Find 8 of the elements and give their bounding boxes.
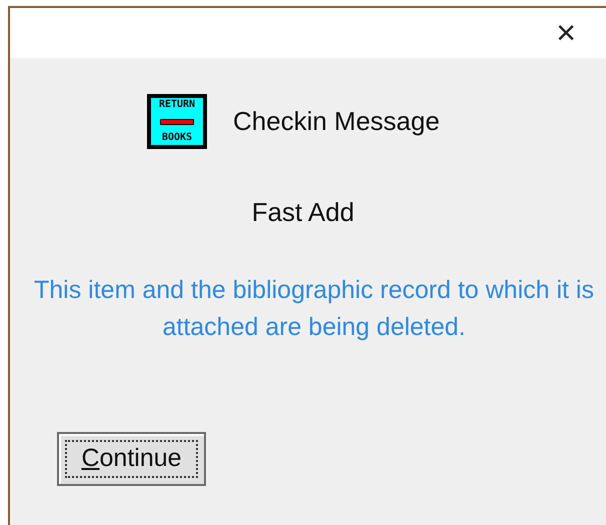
icon-label: BOOKS xyxy=(162,133,192,143)
message-text: This item and the bibliographic record to which it is attached are being deleted. xyxy=(33,275,595,343)
message-title: Checkin Message xyxy=(233,105,440,138)
message-subtitle: Fast Add xyxy=(252,196,354,229)
close-button[interactable]: × xyxy=(556,16,576,50)
return-bar-icon xyxy=(160,118,194,124)
continue-button[interactable]: Continue xyxy=(57,432,206,486)
icon-label: RETURN xyxy=(158,100,196,110)
